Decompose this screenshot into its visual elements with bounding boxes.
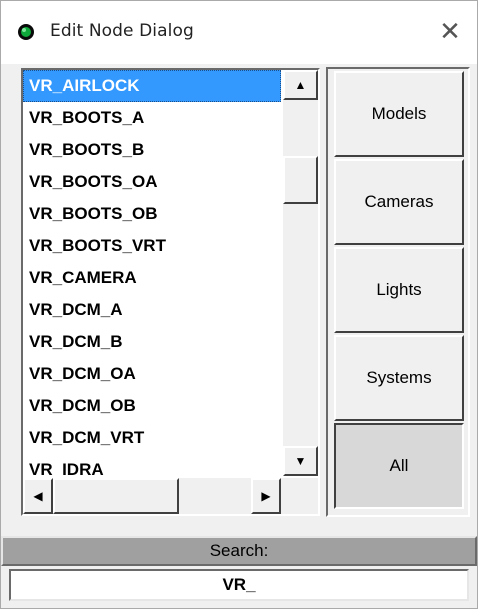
systems-button[interactable]: Systems: [334, 335, 464, 421]
app-icon: [18, 24, 34, 40]
close-button[interactable]: ✕: [423, 9, 477, 57]
node-list-item[interactable]: VR_DCM_VRT: [23, 422, 281, 454]
vertical-scrollbar[interactable]: ▲ ▼: [283, 70, 318, 476]
models-button[interactable]: Models: [334, 71, 464, 157]
all-button[interactable]: All: [334, 423, 464, 509]
vertical-scroll-thumb[interactable]: [283, 156, 318, 204]
window-title: Edit Node Dialog: [50, 21, 194, 41]
node-list-item[interactable]: VR_DCM_A: [23, 294, 281, 326]
horizontal-scrollbar[interactable]: ◀ ▶: [23, 478, 318, 514]
node-list-item[interactable]: VR_DCM_B: [23, 326, 281, 358]
node-list: VR_AIRLOCK VR_BOOTS_A VR_BOOTS_B VR_BOOTS_O…: [23, 70, 281, 476]
search-input[interactable]: [9, 569, 469, 601]
node-list-item[interactable]: VR_DCM_OB: [23, 390, 281, 422]
node-list-item[interactable]: VR_BOOTS_A: [23, 102, 281, 134]
category-panel: Models Cameras Lights Systems All: [326, 67, 470, 517]
dialog-body: VR_AIRLOCK VR_BOOTS_A VR_BOOTS_B VR_BOOTS_O…: [0, 64, 478, 609]
node-list-item[interactable]: VR_IDRA: [23, 454, 281, 476]
scroll-right-button[interactable]: ▶: [251, 478, 281, 514]
scroll-left-button[interactable]: ◀: [23, 478, 53, 514]
node-listbox[interactable]: VR_AIRLOCK VR_BOOTS_A VR_BOOTS_B VR_BOOTS_O…: [21, 68, 320, 516]
lights-button[interactable]: Lights: [334, 247, 464, 333]
search-label: Search:: [1, 536, 477, 566]
node-list-item[interactable]: VR_DCM_OA: [23, 358, 281, 390]
node-list-item[interactable]: VR_AIRLOCK: [23, 70, 281, 102]
scroll-down-button[interactable]: ▼: [283, 446, 318, 476]
horizontal-scroll-thumb[interactable]: [53, 478, 179, 514]
node-list-item[interactable]: VR_BOOTS_VRT: [23, 230, 281, 262]
node-list-item[interactable]: VR_BOOTS_OA: [23, 166, 281, 198]
node-list-item[interactable]: VR_BOOTS_OB: [23, 198, 281, 230]
node-list-item[interactable]: VR_BOOTS_B: [23, 134, 281, 166]
cameras-button[interactable]: Cameras: [334, 159, 464, 245]
scrollbar-corner: [283, 478, 318, 514]
scroll-up-button[interactable]: ▲: [283, 70, 318, 100]
title-bar: Edit Node Dialog ✕: [0, 0, 478, 64]
node-list-item[interactable]: VR_CAMERA: [23, 262, 281, 294]
